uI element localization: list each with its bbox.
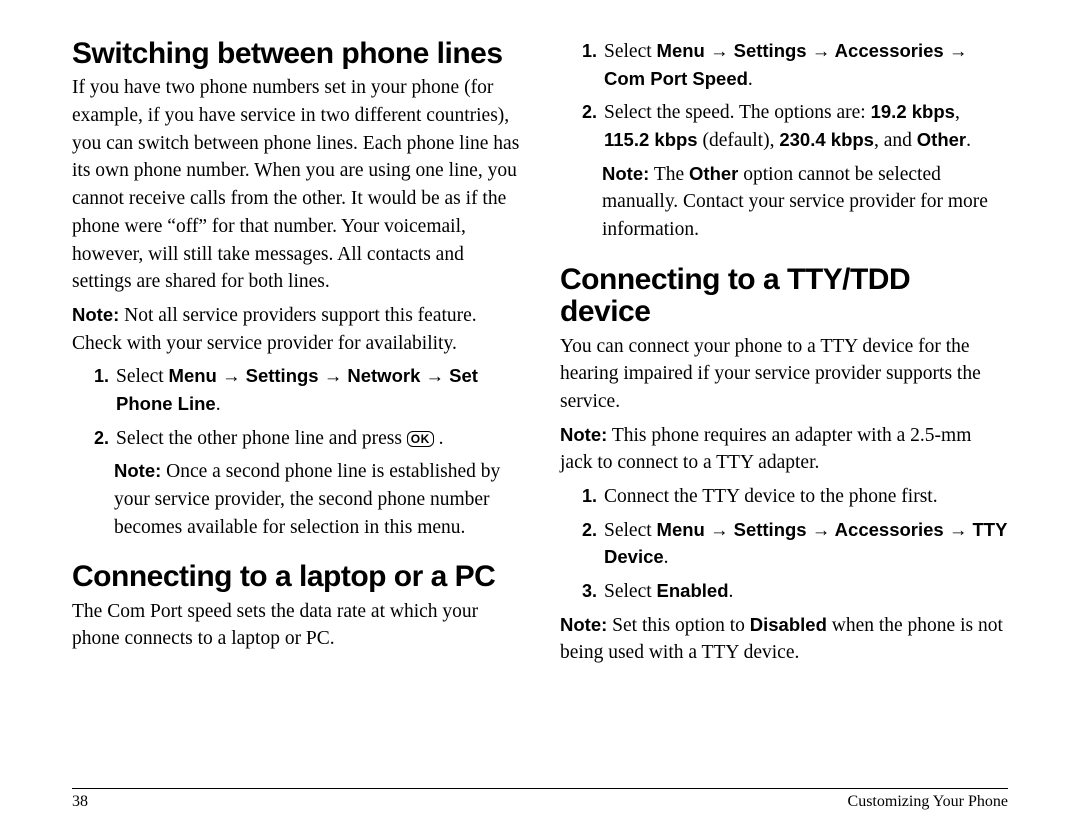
note-second-line: Note: Once a second phone line is establ… — [114, 458, 520, 541]
step-2-suffix: . — [434, 428, 444, 449]
step-2a: Select the speed. The options are: — [604, 102, 871, 123]
note-a: Set this option to — [612, 615, 750, 636]
note-a: The — [654, 164, 689, 185]
step-suffix: . — [664, 547, 669, 568]
note-label: Note: — [560, 424, 607, 445]
page-number: 38 — [72, 793, 88, 811]
tty-step-1: Connect the TTY device to the phone firs… — [602, 483, 1008, 511]
step-1: Select Menu → Settings → Accessories → C… — [602, 38, 1008, 93]
step-1: Select Menu → Settings → Network → Set P… — [114, 363, 520, 418]
speed-115: 115.2 kbps — [604, 129, 698, 150]
note-text: Once a second phone line is established … — [114, 461, 500, 537]
sep: , and — [874, 130, 917, 151]
step-prefix: Select — [604, 520, 657, 541]
note-label: Note: — [114, 460, 161, 481]
step-2: Select the other phone line and press OK… — [114, 425, 520, 453]
enabled-label: Enabled — [657, 580, 729, 601]
step-prefix: Select — [116, 366, 169, 387]
steps-switch-line: Select Menu → Settings → Network → Set P… — [72, 363, 520, 452]
note-adapter: Note: This phone requires an adapter wit… — [560, 422, 1008, 477]
note-label: Note: — [72, 304, 119, 325]
period: . — [966, 130, 971, 151]
ok-icon: OK — [407, 431, 434, 447]
menu-path: Menu → Settings → Network → Set Phone Li… — [116, 365, 478, 414]
step-2-text: Select the other phone line and press — [116, 428, 407, 449]
section-title: Customizing Your Phone — [848, 793, 1008, 811]
note-other: Other — [689, 163, 738, 184]
step-2: Select the speed. The options are: 19.2 … — [602, 99, 1008, 154]
note-disabled: Note: Set this option to Disabled when t… — [560, 612, 1008, 667]
speed-19: 19.2 kbps — [871, 101, 955, 122]
heading-laptop-pc: Connecting to a laptop or a PC — [72, 561, 520, 593]
note-text: Not all service providers support this f… — [72, 305, 477, 354]
disabled-label: Disabled — [750, 614, 827, 635]
default-text: (default), — [698, 130, 780, 151]
step-suffix: . — [748, 69, 753, 90]
left-column: Switching between phone lines If you hav… — [72, 38, 520, 770]
steps-comport: Select Menu → Settings → Accessories → C… — [560, 38, 1008, 155]
step-prefix: Select — [604, 581, 657, 602]
note-providers: Note: Not all service providers support … — [72, 302, 520, 357]
steps-tty: Connect the TTY device to the phone firs… — [560, 483, 1008, 606]
heading-switching-lines: Switching between phone lines — [72, 38, 520, 70]
step-suffix: . — [216, 394, 221, 415]
tty-step-2: Select Menu → Settings → Accessories → T… — [602, 517, 1008, 572]
speed-other: Other — [917, 129, 966, 150]
para-intro: If you have two phone numbers set in you… — [72, 74, 520, 296]
note-text: This phone requires an adapter with a 2.… — [560, 425, 971, 474]
heading-tty: Connecting to a TTY/TDD device — [560, 264, 1008, 329]
content-columns: Switching between phone lines If you hav… — [72, 38, 1008, 770]
note-label: Note: — [560, 614, 607, 635]
para-tty-intro: You can connect your phone to a TTY devi… — [560, 333, 1008, 416]
page-footer: 38 Customizing Your Phone — [72, 788, 1008, 811]
manual-page: Switching between phone lines If you hav… — [0, 0, 1080, 839]
note-label: Note: — [602, 163, 649, 184]
step-prefix: Select — [604, 41, 657, 62]
note-other-option: Note: The Other option cannot be selecte… — [602, 161, 1008, 244]
menu-path: Menu → Settings → Accessories → Com Port… — [604, 40, 967, 89]
sep: , — [955, 102, 960, 123]
right-column: Select Menu → Settings → Accessories → C… — [560, 38, 1008, 770]
para-comport: The Com Port speed sets the data rate at… — [72, 598, 520, 653]
speed-230: 230.4 kbps — [779, 129, 874, 150]
step-suffix: . — [729, 581, 734, 602]
tty-step-3: Select Enabled. — [602, 578, 1008, 606]
